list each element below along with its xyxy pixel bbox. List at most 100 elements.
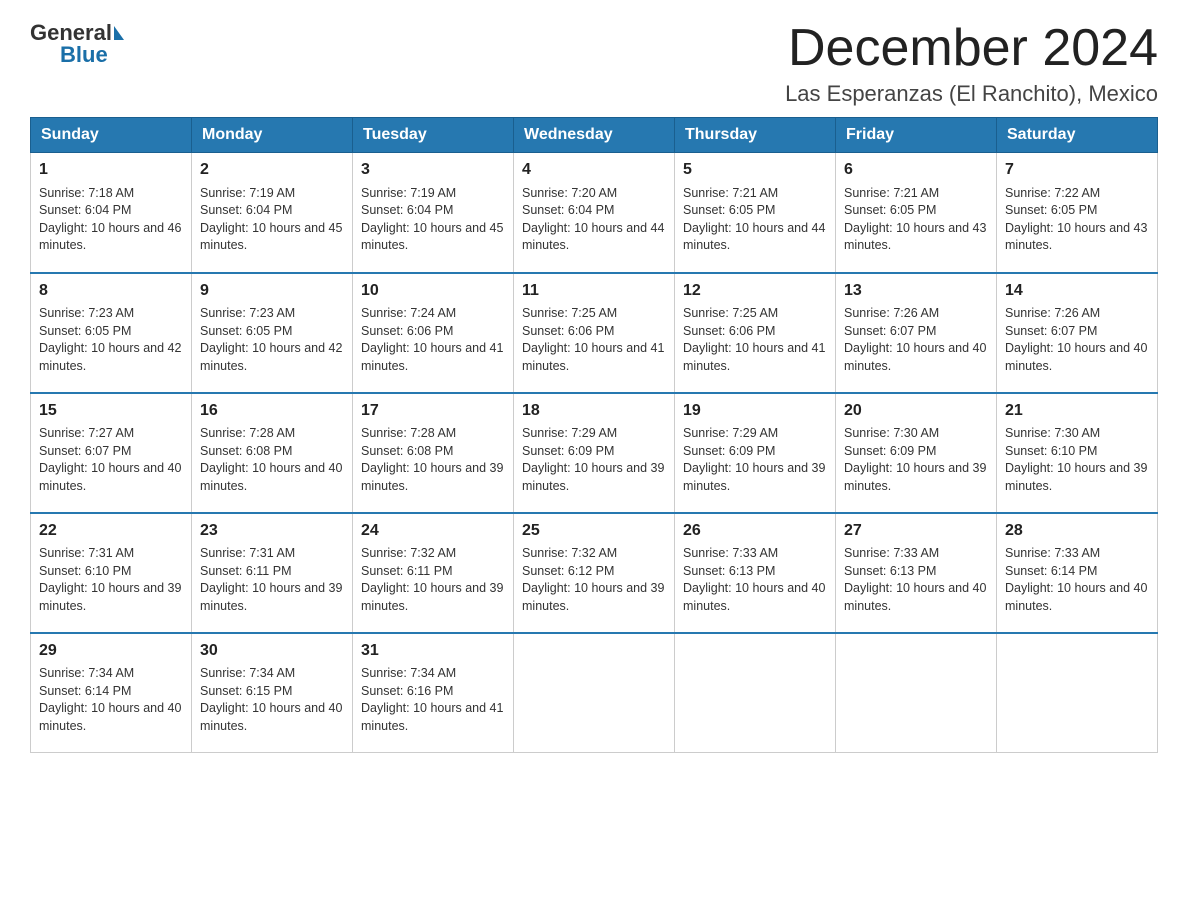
day-info: Sunrise: 7:33 AMSunset: 6:14 PMDaylight:… xyxy=(1005,545,1149,615)
calendar-cell: 30Sunrise: 7:34 AMSunset: 6:15 PMDayligh… xyxy=(192,633,353,753)
calendar-cell: 13 Sunrise: 7:26 AMSunset: 6:07 PMDayligh… xyxy=(836,273,997,393)
day-info: Sunrise: 7:32 AMSunset: 6:11 PMDaylight:… xyxy=(361,545,505,615)
day-info: Sunrise: 7:24 AMSunset: 6:06 PMDaylight:… xyxy=(361,305,505,375)
calendar-cell: 12 Sunrise: 7:25 AMSunset: 6:06 PMDayligh… xyxy=(675,273,836,393)
day-info: Sunrise: 7:33 AMSunset: 6:13 PMDaylight:… xyxy=(683,545,827,615)
day-number: 5 xyxy=(683,159,827,181)
day-number: 27 xyxy=(844,520,988,542)
calendar-cell: 2 Sunrise: 7:19 AMSunset: 6:04 PMDaylight… xyxy=(192,153,353,273)
day-number: 8 xyxy=(39,280,183,302)
day-number: 1 xyxy=(39,159,183,181)
calendar-cell xyxy=(997,633,1158,753)
day-number: 11 xyxy=(522,280,666,302)
calendar-cell: 3 Sunrise: 7:19 AMSunset: 6:04 PMDaylight… xyxy=(353,153,514,273)
day-info: Sunrise: 7:30 AMSunset: 6:09 PMDaylight:… xyxy=(844,425,988,495)
day-info: Sunrise: 7:22 AMSunset: 6:05 PMDaylight:… xyxy=(1005,185,1149,255)
day-info: Sunrise: 7:32 AMSunset: 6:12 PMDaylight:… xyxy=(522,545,666,615)
calendar-cell: 18Sunrise: 7:29 AMSunset: 6:09 PMDayligh… xyxy=(514,393,675,513)
day-info: Sunrise: 7:31 AMSunset: 6:10 PMDaylight:… xyxy=(39,545,183,615)
calendar-cell: 7 Sunrise: 7:22 AMSunset: 6:05 PMDaylight… xyxy=(997,153,1158,273)
day-info: Sunrise: 7:34 AMSunset: 6:16 PMDaylight:… xyxy=(361,665,505,735)
day-number: 13 xyxy=(844,280,988,302)
day-number: 29 xyxy=(39,640,183,662)
day-info: Sunrise: 7:28 AMSunset: 6:08 PMDaylight:… xyxy=(361,425,505,495)
day-number: 6 xyxy=(844,159,988,181)
logo: General Blue xyxy=(30,20,126,68)
calendar-cell: 26 Sunrise: 7:33 AMSunset: 6:13 PMDayligh… xyxy=(675,513,836,633)
calendar-week-row: 15Sunrise: 7:27 AMSunset: 6:07 PMDayligh… xyxy=(31,393,1158,513)
title-section: December 2024 Las Esperanzas (El Ranchit… xyxy=(785,20,1158,107)
calendar-cell: 28 Sunrise: 7:33 AMSunset: 6:14 PMDayligh… xyxy=(997,513,1158,633)
page-title: December 2024 xyxy=(785,20,1158,77)
day-info: Sunrise: 7:29 AMSunset: 6:09 PMDaylight:… xyxy=(683,425,827,495)
calendar-cell xyxy=(675,633,836,753)
day-info: Sunrise: 7:26 AMSunset: 6:07 PMDaylight:… xyxy=(844,305,988,375)
weekday-header-thursday: Thursday xyxy=(675,118,836,153)
day-number: 12 xyxy=(683,280,827,302)
weekday-header-row: SundayMondayTuesdayWednesdayThursdayFrid… xyxy=(31,118,1158,153)
weekday-header-friday: Friday xyxy=(836,118,997,153)
day-number: 14 xyxy=(1005,280,1149,302)
day-info: Sunrise: 7:28 AMSunset: 6:08 PMDaylight:… xyxy=(200,425,344,495)
calendar-cell xyxy=(514,633,675,753)
calendar-cell: 5Sunrise: 7:21 AMSunset: 6:05 PMDaylight… xyxy=(675,153,836,273)
calendar-cell: 15Sunrise: 7:27 AMSunset: 6:07 PMDayligh… xyxy=(31,393,192,513)
day-info: Sunrise: 7:23 AMSunset: 6:05 PMDaylight:… xyxy=(200,305,344,375)
calendar-cell: 16 Sunrise: 7:28 AMSunset: 6:08 PMDayligh… xyxy=(192,393,353,513)
calendar-cell: 24Sunrise: 7:32 AMSunset: 6:11 PMDayligh… xyxy=(353,513,514,633)
logo-triangle-icon xyxy=(114,26,124,40)
calendar-week-row: 8 Sunrise: 7:23 AMSunset: 6:05 PMDaylight… xyxy=(31,273,1158,393)
day-info: Sunrise: 7:34 AMSunset: 6:14 PMDaylight:… xyxy=(39,665,183,735)
calendar-cell: 11Sunrise: 7:25 AMSunset: 6:06 PMDayligh… xyxy=(514,273,675,393)
calendar-cell: 22 Sunrise: 7:31 AMSunset: 6:10 PMDayligh… xyxy=(31,513,192,633)
day-info: Sunrise: 7:23 AMSunset: 6:05 PMDaylight:… xyxy=(39,305,183,375)
day-info: Sunrise: 7:19 AMSunset: 6:04 PMDaylight:… xyxy=(200,185,344,255)
calendar-cell: 4 Sunrise: 7:20 AMSunset: 6:04 PMDaylight… xyxy=(514,153,675,273)
day-info: Sunrise: 7:33 AMSunset: 6:13 PMDaylight:… xyxy=(844,545,988,615)
day-number: 18 xyxy=(522,400,666,422)
day-number: 7 xyxy=(1005,159,1149,181)
day-number: 4 xyxy=(522,159,666,181)
day-number: 28 xyxy=(1005,520,1149,542)
calendar-cell xyxy=(836,633,997,753)
day-info: Sunrise: 7:18 AMSunset: 6:04 PMDaylight:… xyxy=(39,185,183,255)
calendar-table: SundayMondayTuesdayWednesdayThursdayFrid… xyxy=(30,117,1158,753)
calendar-week-row: 1 Sunrise: 7:18 AMSunset: 6:04 PMDaylight… xyxy=(31,153,1158,273)
calendar-cell: 21Sunrise: 7:30 AMSunset: 6:10 PMDayligh… xyxy=(997,393,1158,513)
calendar-cell: 10 Sunrise: 7:24 AMSunset: 6:06 PMDayligh… xyxy=(353,273,514,393)
calendar-cell: 31 Sunrise: 7:34 AMSunset: 6:16 PMDayligh… xyxy=(353,633,514,753)
day-number: 26 xyxy=(683,520,827,542)
weekday-header-wednesday: Wednesday xyxy=(514,118,675,153)
calendar-cell: 9Sunrise: 7:23 AMSunset: 6:05 PMDaylight… xyxy=(192,273,353,393)
day-info: Sunrise: 7:19 AMSunset: 6:04 PMDaylight:… xyxy=(361,185,505,255)
day-number: 10 xyxy=(361,280,505,302)
calendar-cell: 23 Sunrise: 7:31 AMSunset: 6:11 PMDayligh… xyxy=(192,513,353,633)
day-info: Sunrise: 7:31 AMSunset: 6:11 PMDaylight:… xyxy=(200,545,344,615)
logo-blue-text: Blue xyxy=(60,42,108,68)
calendar-cell: 29 Sunrise: 7:34 AMSunset: 6:14 PMDayligh… xyxy=(31,633,192,753)
day-number: 2 xyxy=(200,159,344,181)
calendar-cell: 19 Sunrise: 7:29 AMSunset: 6:09 PMDayligh… xyxy=(675,393,836,513)
calendar-cell: 25 Sunrise: 7:32 AMSunset: 6:12 PMDayligh… xyxy=(514,513,675,633)
calendar-week-row: 29 Sunrise: 7:34 AMSunset: 6:14 PMDayligh… xyxy=(31,633,1158,753)
day-info: Sunrise: 7:25 AMSunset: 6:06 PMDaylight:… xyxy=(683,305,827,375)
calendar-cell: 8 Sunrise: 7:23 AMSunset: 6:05 PMDaylight… xyxy=(31,273,192,393)
calendar-cell: 27 Sunrise: 7:33 AMSunset: 6:13 PMDayligh… xyxy=(836,513,997,633)
page-subtitle: Las Esperanzas (El Ranchito), Mexico xyxy=(785,81,1158,107)
day-info: Sunrise: 7:20 AMSunset: 6:04 PMDaylight:… xyxy=(522,185,666,255)
weekday-header-monday: Monday xyxy=(192,118,353,153)
calendar-cell: 17 Sunrise: 7:28 AMSunset: 6:08 PMDayligh… xyxy=(353,393,514,513)
day-number: 15 xyxy=(39,400,183,422)
day-number: 16 xyxy=(200,400,344,422)
day-number: 3 xyxy=(361,159,505,181)
day-number: 23 xyxy=(200,520,344,542)
day-number: 19 xyxy=(683,400,827,422)
calendar-week-row: 22 Sunrise: 7:31 AMSunset: 6:10 PMDayligh… xyxy=(31,513,1158,633)
day-number: 21 xyxy=(1005,400,1149,422)
page-header: General Blue December 2024 Las Esperanza… xyxy=(30,20,1158,107)
day-number: 17 xyxy=(361,400,505,422)
calendar-cell: 1 Sunrise: 7:18 AMSunset: 6:04 PMDaylight… xyxy=(31,153,192,273)
day-number: 22 xyxy=(39,520,183,542)
day-number: 31 xyxy=(361,640,505,662)
day-number: 25 xyxy=(522,520,666,542)
